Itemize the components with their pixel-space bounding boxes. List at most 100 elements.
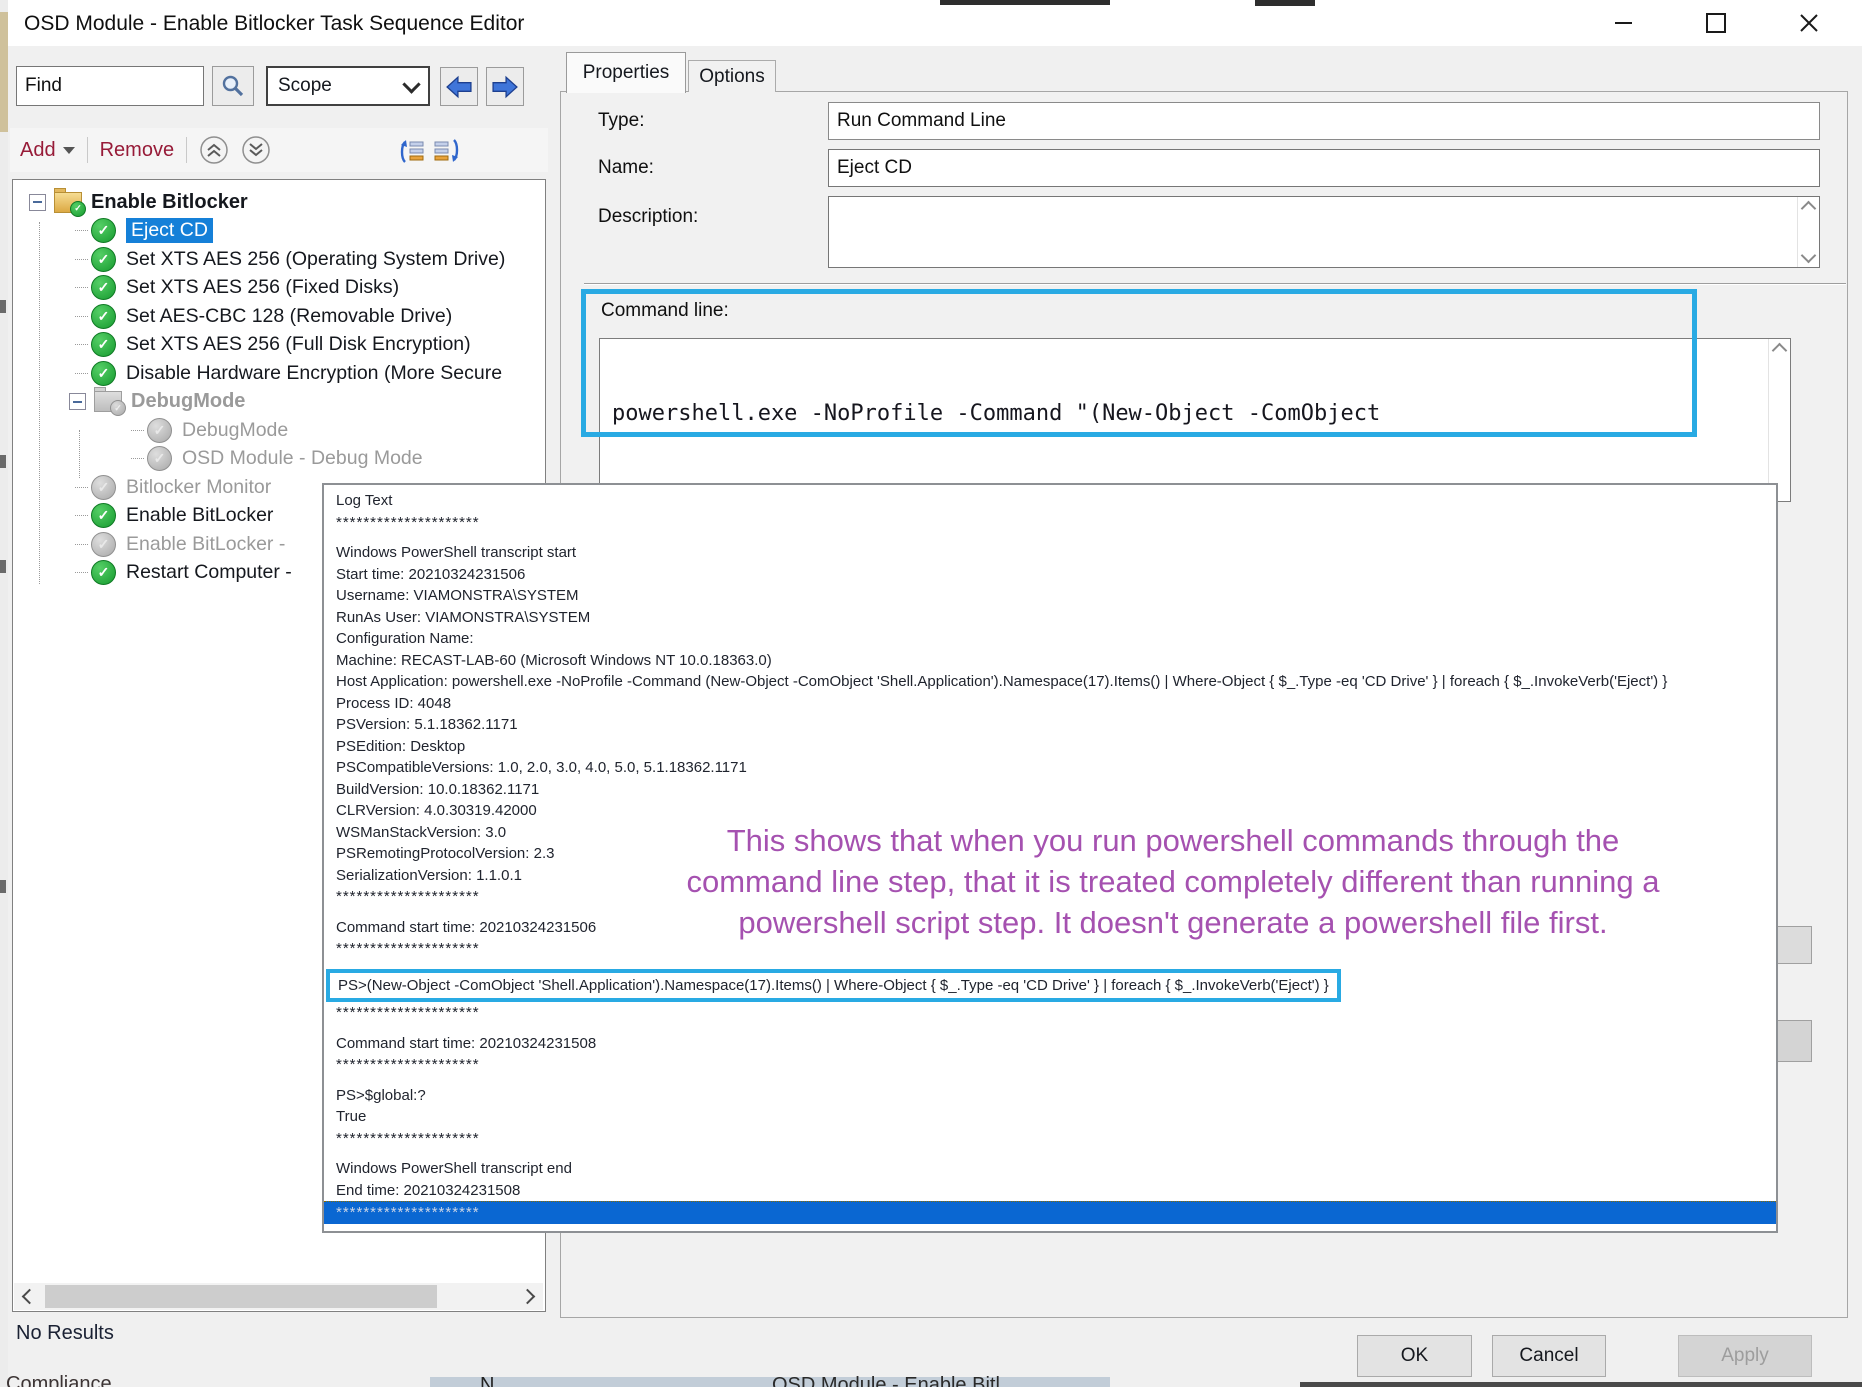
command-line-label: Command line: [601, 300, 729, 322]
task-sequence-editor-window: OSD Module - Enable Bitlocker Task Seque… [0, 0, 1862, 1387]
tree-item-label: Bitlocker Monitor [126, 476, 271, 499]
command-line-field[interactable]: powershell.exe -NoProfile -Command "(New… [599, 338, 1791, 502]
log-line[interactable]: Username: VIAMONSTRA\SYSTEM [336, 585, 1764, 607]
tree-connector [75, 230, 88, 231]
name-label: Name: [598, 157, 654, 179]
chevron-up-icon[interactable] [1772, 343, 1788, 359]
move-step-up-icon[interactable] [398, 136, 426, 166]
log-line[interactable]: PSVersion: 5.1.18362.1171 [336, 714, 1764, 736]
log-line[interactable]: Windows PowerShell transcript start [336, 542, 1764, 564]
expand-groups-button[interactable] [241, 135, 271, 165]
toolbar-divider [87, 137, 88, 163]
log-line[interactable]: ********************* [336, 1128, 1764, 1150]
log-line[interactable]: True [336, 1106, 1764, 1128]
log-line[interactable]: CLRVersion: 4.0.30319.42000 [336, 800, 1764, 822]
tree-horizontal-scrollbar[interactable] [14, 1283, 543, 1310]
log-line[interactable]: Command start time: 20210324231508 [336, 1033, 1764, 1055]
tree-item[interactable]: ✓ Disable Hardware Encryption (More Secur… [13, 359, 545, 388]
log-line[interactable] [336, 1076, 1764, 1085]
add-button[interactable]: Add [20, 139, 56, 162]
search-button[interactable] [212, 66, 254, 106]
move-step-down-icon[interactable] [432, 136, 462, 166]
scroll-right-icon[interactable] [520, 1289, 536, 1305]
scope-dropdown[interactable]: Scope [266, 66, 430, 106]
annotation-line: powershell script step. It doesn't gener… [598, 902, 1748, 943]
log-line[interactable]: ********************* [336, 1002, 1764, 1024]
log-line[interactable]: RunAs User: VIAMONSTRA\SYSTEM [336, 607, 1764, 629]
tree-item-label: Set XTS AES 256 (Full Disk Encryption) [126, 333, 471, 356]
tree-item-label: Set XTS AES 256 (Fixed Disks) [126, 276, 399, 299]
scroll-left-icon[interactable] [22, 1289, 38, 1305]
chevron-down-icon[interactable] [1801, 248, 1817, 264]
log-line[interactable]: PS>(New-Object -ComObject 'Shell.Applica… [336, 969, 1764, 1003]
description-field[interactable] [828, 196, 1820, 268]
collapse-icon[interactable] [29, 194, 46, 211]
collapse-icon[interactable] [69, 393, 86, 410]
find-input[interactable]: Find [16, 66, 204, 106]
arrow-left-icon [446, 75, 472, 99]
close-button[interactable] [1786, 6, 1832, 40]
chevron-down-icon [402, 75, 420, 93]
tab-properties[interactable]: Properties [566, 52, 686, 93]
log-line[interactable]: End time: 20210324231508 [336, 1180, 1764, 1202]
log-line[interactable]: Windows PowerShell transcript end [336, 1158, 1764, 1180]
log-line[interactable]: PSCompatibleVersions: 1.0, 2.0, 3.0, 4.0… [336, 757, 1764, 779]
scrollbar-thumb[interactable] [45, 1285, 437, 1308]
background-top-fragment [940, 0, 1110, 5]
tree-item[interactable]: ✓DebugMode [13, 388, 545, 417]
log-line[interactable] [336, 1149, 1764, 1158]
log-line[interactable]: Host Application: powershell.exe -NoProf… [336, 671, 1764, 693]
tree-connector [75, 373, 88, 374]
background-edge [0, 0, 8, 1387]
step-enabled-icon: ✓ [91, 247, 116, 272]
window-title: OSD Module - Enable Bitlocker Task Seque… [24, 12, 524, 36]
tree-item[interactable]: ✓Set XTS AES 256 (Full Disk Encryption) [13, 331, 545, 360]
tree-item[interactable]: ✓ Set XTS AES 256 (Fixed Disks) [13, 274, 545, 303]
background-text-fragment: Compliance [6, 1373, 266, 1387]
tree-item[interactable]: ✓OSD Module - Debug Mode [13, 445, 545, 474]
log-line[interactable]: Configuration Name: [336, 628, 1764, 650]
minimize-button[interactable] [1600, 6, 1646, 40]
name-field-value: Eject CD [837, 157, 912, 179]
log-line[interactable] [336, 960, 1764, 969]
tree-item-label: Disable Hardware Encryption (More Secure [126, 362, 502, 385]
tree-connector [75, 572, 88, 573]
cancel-button[interactable]: Cancel [1492, 1335, 1606, 1377]
tree-item-label: Enable Bitlocker [91, 191, 248, 214]
tree-item[interactable]: ✓Set AES-CBC 128 (Removable Drive) [13, 302, 545, 331]
log-line[interactable]: BuildVersion: 10.0.18362.1171 [336, 779, 1764, 801]
tree-item[interactable]: ✓DebugMode [13, 416, 545, 445]
log-line[interactable] [336, 533, 1764, 542]
find-next-button[interactable] [486, 67, 524, 106]
tree-item[interactable]: ✓ Enable Bitlocker [13, 188, 545, 217]
apply-button[interactable]: Apply [1678, 1335, 1812, 1377]
log-line[interactable]: Start time: 20210324231506 [336, 564, 1764, 586]
step-enabled-icon: ✓ [91, 361, 116, 386]
remove-button[interactable]: Remove [100, 139, 174, 162]
description-label: Description: [598, 206, 698, 228]
name-field[interactable]: Eject CD [828, 149, 1820, 187]
log-line-selected[interactable]: ********************* [324, 1201, 1776, 1224]
log-line[interactable]: ********************* [336, 1054, 1764, 1076]
description-scrollbar[interactable] [1797, 197, 1819, 267]
find-previous-button[interactable] [440, 67, 478, 106]
step-enabled-icon: ✓ [91, 275, 116, 300]
log-line[interactable]: PSEdition: Desktop [336, 736, 1764, 758]
tree-item[interactable]: ✓Set XTS AES 256 (Operating System Drive… [13, 245, 545, 274]
chevron-up-icon[interactable] [1801, 201, 1817, 217]
log-line[interactable]: PS>$global:? [336, 1085, 1764, 1107]
log-line[interactable]: Log Text [336, 490, 1764, 512]
log-line[interactable] [336, 1024, 1764, 1033]
group-folder-icon: ✓ [54, 192, 82, 213]
command-line-scrollbar[interactable] [1768, 339, 1790, 501]
ok-button[interactable]: OK [1357, 1335, 1472, 1377]
maximize-button[interactable] [1693, 6, 1739, 40]
tab-options[interactable]: Options [688, 60, 776, 92]
collapse-groups-button[interactable] [199, 135, 229, 165]
tree-item[interactable]: ✓Eject CD [13, 217, 545, 246]
background-text-fragment: N [480, 1374, 520, 1387]
log-line[interactable]: Machine: RECAST-LAB-60 (Microsoft Window… [336, 650, 1764, 672]
type-field: Run Command Line [828, 102, 1820, 140]
log-line[interactable]: Process ID: 4048 [336, 693, 1764, 715]
log-line[interactable]: ********************* [336, 512, 1764, 534]
